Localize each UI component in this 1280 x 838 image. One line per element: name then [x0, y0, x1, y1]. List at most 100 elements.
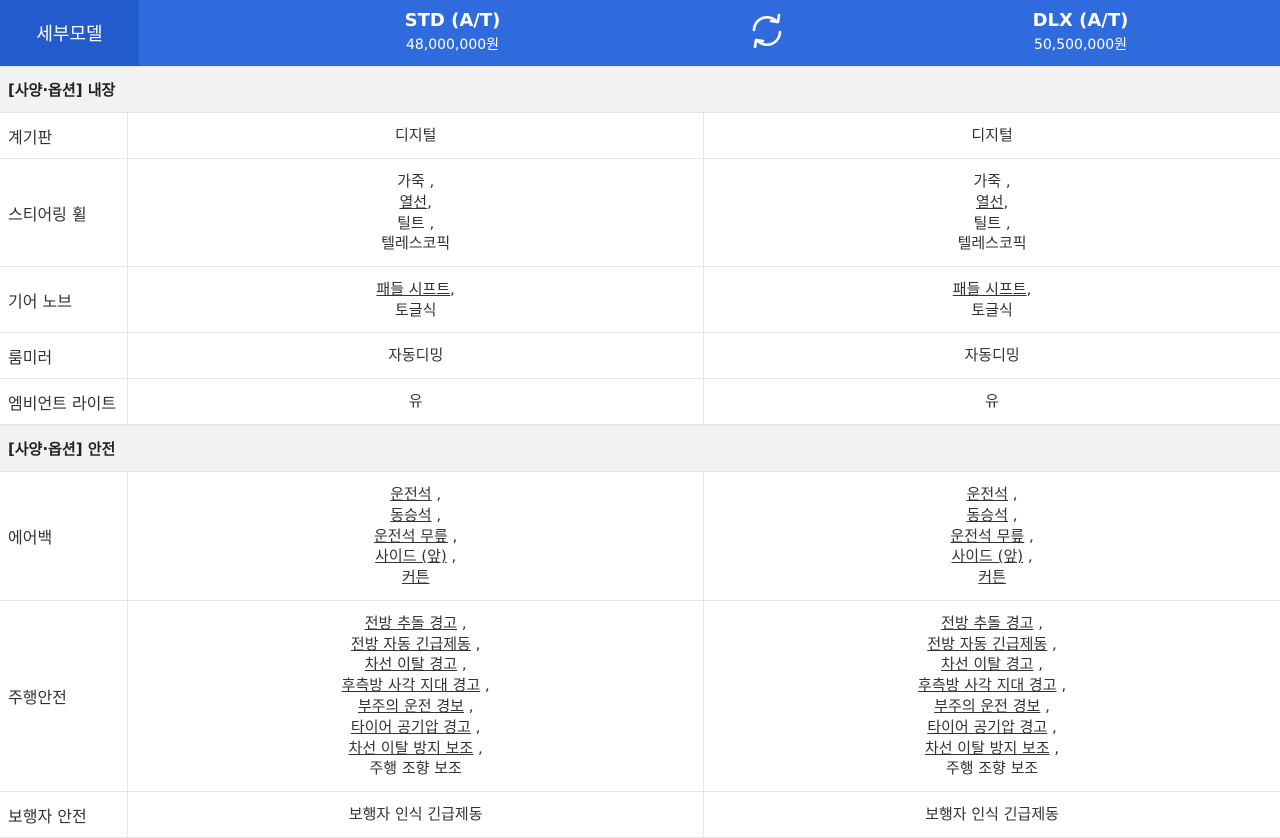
spec-link[interactable]: 차선 이탈 방지 보조	[925, 739, 1050, 757]
spec-link[interactable]: 차선 이탈 경고	[941, 655, 1033, 673]
spec-line: 차선 이탈 경고 ,	[365, 654, 467, 675]
separator: ,	[1033, 655, 1044, 674]
spec-line: 디지털	[971, 125, 1012, 146]
spec-link[interactable]: 운전석 무릎	[950, 527, 1024, 545]
spec-link[interactable]: 전방 자동 긴급제동	[927, 635, 1047, 653]
table-row: 룸미러 자동디밍 자동디밍	[0, 333, 1280, 379]
separator: ,	[424, 213, 435, 232]
spec-link[interactable]: 차선 이탈 경고	[365, 655, 457, 673]
spec-line: 후측방 사각 지대 경고 ,	[918, 675, 1066, 696]
spec-line: 틸트 ,	[397, 213, 434, 234]
separator: ,	[1024, 526, 1034, 545]
model-price: 50,500,000원	[1033, 37, 1128, 53]
row-label: 기어 노브	[0, 267, 129, 332]
model-name: STD (A/T)	[404, 10, 501, 31]
spec-link[interactable]: 동승석	[967, 506, 1008, 524]
separator: ,	[450, 279, 455, 298]
separator: ,	[427, 192, 432, 211]
spec-link[interactable]: 커튼	[978, 568, 1006, 586]
spec-line: 사이드 (앞) ,	[951, 546, 1032, 567]
row-label: 엠비언트 라이트	[0, 379, 129, 424]
spec-line: 유	[985, 391, 999, 412]
spec-link[interactable]: 운전석	[967, 485, 1008, 503]
row-label: 룸미러	[0, 333, 129, 378]
spec-link[interactable]: 차선 이탈 방지 보조	[349, 739, 474, 757]
spec-link[interactable]: 열선	[976, 193, 1004, 211]
spec-cell-dlx: 가죽 , 열선, 틸트 , 텔레스코픽	[704, 159, 1280, 266]
spec-link[interactable]: 사이드 (앞)	[375, 547, 447, 565]
separator: ,	[470, 634, 481, 653]
spec-link[interactable]: 부주의 운전 경보	[934, 697, 1040, 715]
spec-link[interactable]: 전방 자동 긴급제동	[351, 635, 471, 653]
spec-link[interactable]: 타이어 공기압 경고	[351, 718, 471, 736]
separator: ,	[431, 485, 442, 503]
spec-line: 보행자 인식 긴급제동	[925, 804, 1059, 825]
separator: ,	[1026, 279, 1032, 298]
spec-line: 커튼	[978, 567, 1006, 588]
spec-link[interactable]: 동승석	[390, 506, 431, 524]
spec-line: 운전석 ,	[967, 484, 1018, 505]
spec-line: 사이드 (앞) ,	[375, 546, 456, 567]
spec-cell-std: 유	[128, 379, 705, 424]
spec-line: 자동디밍	[964, 345, 1019, 366]
spec-line: 운전석 무릎 ,	[374, 526, 457, 547]
spec-value: 보행자 인식 긴급제동	[348, 805, 483, 824]
spec-link[interactable]: 후측방 사각 지대 경고	[342, 676, 481, 694]
spec-line: 자동디밍	[388, 345, 443, 366]
spec-link[interactable]: 커튼	[402, 568, 430, 586]
spec-value: 주행 조향 보조	[369, 759, 462, 778]
spec-line: 텔레스코픽	[381, 233, 450, 254]
spec-link[interactable]: 타이어 공기압 경고	[927, 718, 1047, 736]
spec-link[interactable]: 사이드 (앞)	[951, 547, 1023, 565]
separator: ,	[1047, 717, 1057, 736]
spec-line: 차선 이탈 경고 ,	[941, 654, 1043, 675]
table-row: 계기판 디지털 디지털	[0, 113, 1280, 159]
row-label: 스티어링 휠	[0, 159, 129, 266]
spec-link[interactable]: 전방 추돌 경고	[941, 614, 1033, 632]
spec-line: 주행 조향 보조	[946, 758, 1038, 779]
spec-cell-std: 운전석 , 동승석 , 운전석 무릎 , 사이드 (앞) , 커튼	[128, 472, 705, 600]
spec-value: 자동디밍	[388, 346, 444, 365]
spec-link[interactable]: 전방 추돌 경고	[365, 614, 457, 632]
separator: ,	[1049, 738, 1060, 757]
spec-value: 유	[985, 392, 999, 411]
separator: ,	[446, 547, 457, 566]
spec-link[interactable]: 후측방 사각 지대 경고	[918, 676, 1057, 694]
spec-line: 부주의 운전 경보 ,	[934, 696, 1050, 717]
spec-link[interactable]: 운전석	[390, 485, 431, 503]
separator: ,	[1008, 485, 1018, 503]
spec-value: 텔레스코픽	[381, 234, 451, 253]
spec-line: 동승석 ,	[967, 505, 1018, 526]
spec-link[interactable]: 부주의 운전 경보	[358, 697, 464, 715]
spec-link[interactable]: 운전석 무릎	[374, 527, 448, 545]
spec-cell-dlx: 운전석 , 동승석 , 운전석 무릎 , 사이드 (앞) , 커튼	[704, 472, 1280, 600]
spec-value: 디지털	[971, 126, 1013, 145]
separator: ,	[1040, 697, 1050, 715]
spec-table: [사양·옵션] 내장 계기판 디지털 디지털 스티어링 휠 가죽 , 열선, 틸트 , 텔레스코…	[0, 66, 1280, 838]
separator: ,	[457, 613, 467, 632]
spec-link[interactable]: 패들 시프트	[376, 280, 450, 298]
spec-line: 열선,	[399, 192, 431, 213]
header-label: 세부모델	[0, 0, 139, 66]
spec-cell-dlx: 보행자 인식 긴급제동	[704, 792, 1280, 837]
separator: ,	[1001, 213, 1011, 232]
model-std[interactable]: STD (A/T) 48,000,000원	[139, 0, 766, 66]
model-dlx[interactable]: DLX (A/T) 50,500,000원	[767, 0, 1280, 66]
spec-line: 토글식	[971, 300, 1012, 321]
spec-line: 패들 시프트,	[376, 279, 455, 300]
model-price: 48,000,000원	[405, 37, 500, 53]
spec-value: 주행 조향 보조	[945, 759, 1039, 778]
spec-line: 후측방 사각 지대 경고 ,	[342, 675, 490, 696]
spec-link[interactable]: 패들 시프트	[953, 280, 1027, 298]
model-name: DLX (A/T)	[1032, 10, 1129, 31]
spec-cell-std: 전방 추돌 경고 , 전방 자동 긴급제동 , 차선 이탈 경고 , 후측방 사각 지…	[128, 601, 705, 791]
spec-link[interactable]: 열선	[399, 193, 427, 211]
spec-cell-std: 디지털	[128, 113, 705, 158]
separator: ,	[463, 697, 474, 715]
separator: ,	[1001, 171, 1011, 190]
spec-line: 커튼	[402, 567, 430, 588]
spec-cell-dlx: 디지털	[704, 113, 1280, 158]
spec-line: 차선 이탈 방지 보조 ,	[349, 738, 483, 759]
separator: ,	[473, 738, 483, 757]
spec-value: 토글식	[394, 300, 437, 319]
